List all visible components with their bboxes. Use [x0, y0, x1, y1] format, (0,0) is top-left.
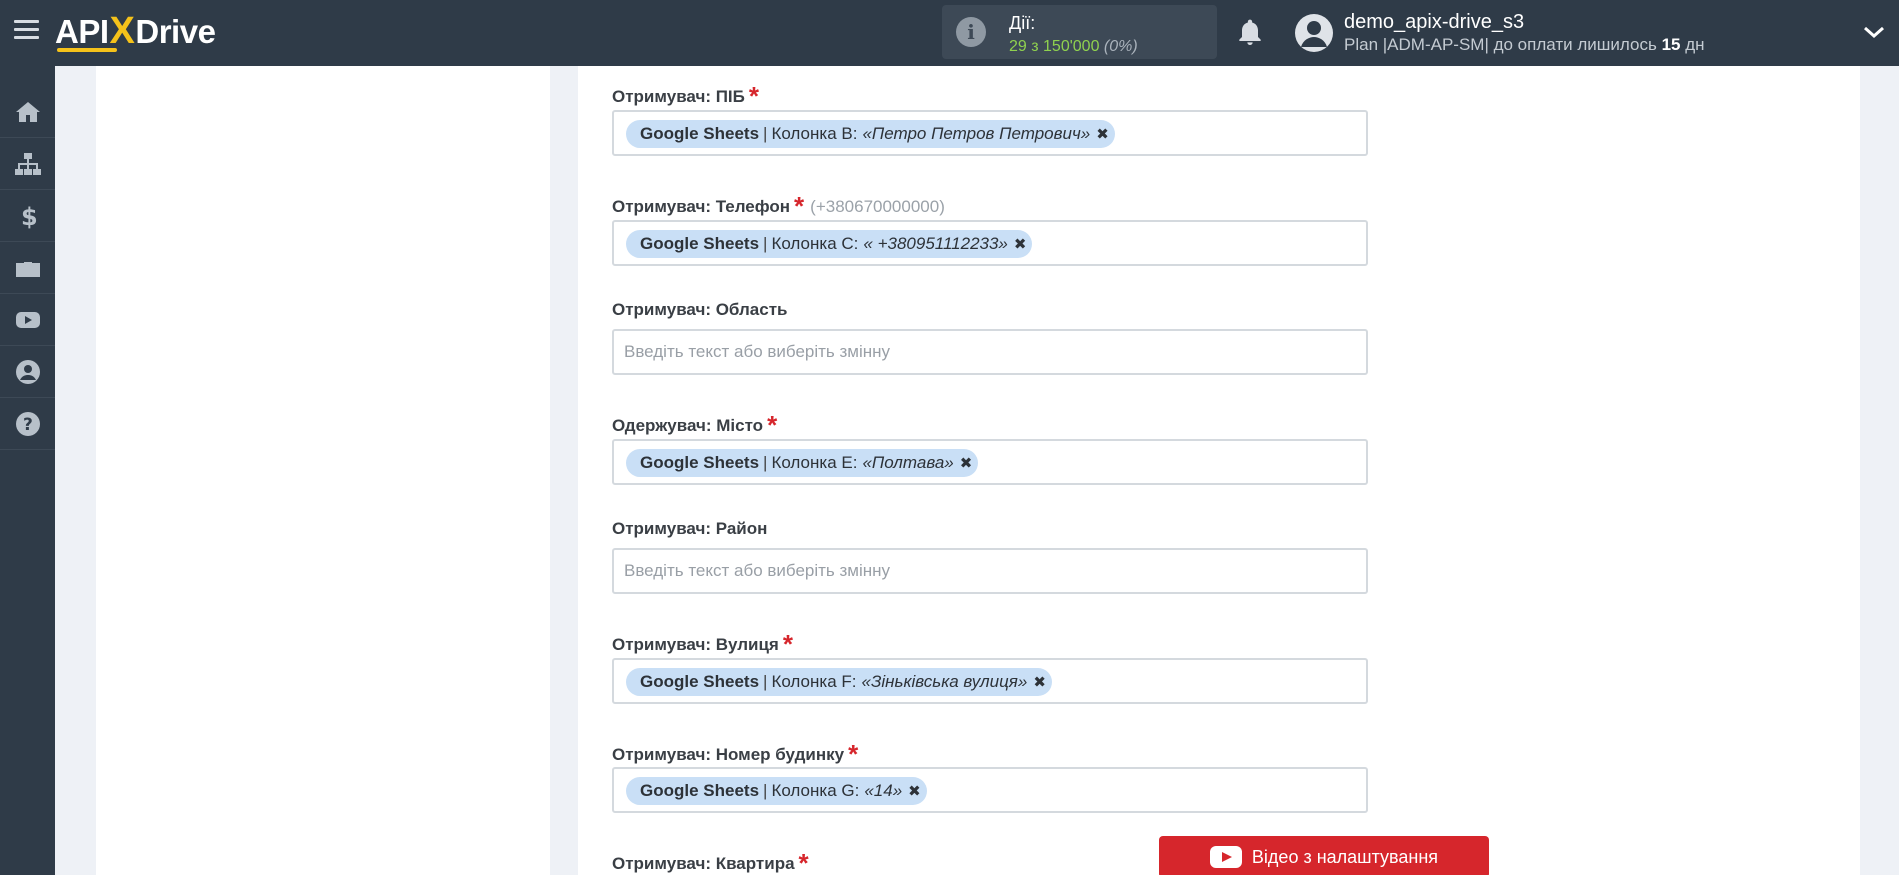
actions-count: 29 з 150'000 (0%)	[1009, 38, 1138, 55]
remove-tag-icon[interactable]: ✖	[1014, 235, 1027, 253]
variable-tag: Google Sheets | Колонка E: «Полтава» ✖	[626, 449, 979, 477]
sidebar-item-billing[interactable]: $	[0, 190, 55, 242]
sidebar-item-connections[interactable]	[0, 138, 55, 190]
recipient-city-field[interactable]: Google Sheets | Колонка E: «Полтава» ✖	[612, 439, 1368, 485]
home-icon	[15, 101, 40, 122]
briefcase-icon	[15, 259, 40, 277]
remove-tag-icon[interactable]: ✖	[908, 782, 921, 800]
plan-info: Plan |ADM-AP-SM| до оплати лишилось 15 д…	[1344, 35, 1705, 54]
youtube-icon	[15, 311, 40, 328]
sidebar-item-video[interactable]	[0, 294, 55, 346]
field-label-recipient-street: Отримувач: Вулиця *	[612, 629, 793, 659]
menu-icon[interactable]	[14, 20, 39, 42]
sidebar: $ ?	[0, 66, 55, 875]
help-icon: ?	[15, 411, 40, 436]
bell-icon[interactable]	[1234, 17, 1266, 49]
actions-counter: i Дії: 29 з 150'000 (0%)	[942, 5, 1217, 59]
field-label-recipient-city: Одержувач: Місто *	[612, 410, 778, 440]
recipient-region-field[interactable]: Введіть текст або виберіть змінну	[612, 329, 1368, 375]
field-label-recipient-region: Отримувач: Область	[612, 300, 788, 319]
sidebar-item-help[interactable]: ?	[0, 398, 55, 450]
info-icon: i	[956, 17, 986, 47]
variable-tag: Google Sheets | Колонка F: «Зіньківська вул…	[626, 668, 1052, 696]
recipient-phone-field[interactable]: Google Sheets | Колонка C: « +380951112233»…	[612, 220, 1368, 266]
sidebar-item-home[interactable]	[0, 86, 55, 138]
logo[interactable]: APIXDrive	[55, 9, 216, 53]
variable-tag: Google Sheets | Колонка B: «Петро Петров Пе…	[626, 120, 1115, 148]
placeholder-text: Введіть текст або виберіть змінну	[624, 561, 891, 580]
avatar[interactable]	[1295, 14, 1333, 52]
field-label-recipient-phone: Отримувач: Телефон * (+380670000000)	[612, 191, 945, 221]
variable-tag: Google Sheets | Колонка C: « +380951112233»…	[626, 230, 1033, 258]
chevron-down-icon[interactable]	[1862, 22, 1886, 42]
svg-text:$: $	[21, 203, 37, 229]
recipient-district-field[interactable]: Введіть текст або виберіть змінну	[612, 548, 1368, 594]
youtube-icon	[1209, 846, 1242, 868]
left-panel	[96, 66, 550, 875]
remove-tag-icon[interactable]: ✖	[960, 454, 973, 472]
remove-tag-icon[interactable]: ✖	[1033, 673, 1046, 691]
svg-text:?: ?	[23, 415, 33, 435]
field-label-recipient-name: Отримувач: ПІБ *	[612, 81, 759, 111]
sitemap-icon	[14, 152, 41, 175]
placeholder-text: Введіть текст або виберіть змінну	[624, 342, 891, 361]
user-icon	[15, 359, 40, 384]
recipient-name-field[interactable]: Google Sheets | Колонка B: «Петро Петров Пе…	[612, 110, 1368, 156]
top-bar: APIXDrive i Дії: 29 з 150'000 (0%) demo_…	[0, 0, 1899, 66]
actions-label: Дії:	[1009, 13, 1036, 33]
field-label-recipient-house: Отримувач: Номер будинку *	[612, 739, 859, 769]
sidebar-item-account[interactable]	[0, 346, 55, 398]
field-label-recipient-district: Отримувач: Район	[612, 519, 768, 538]
dollar-icon: $	[21, 203, 37, 229]
remove-tag-icon[interactable]: ✖	[1096, 125, 1109, 143]
recipient-street-field[interactable]: Google Sheets | Колонка F: «Зіньківська вул…	[612, 658, 1368, 704]
recipient-house-field[interactable]: Google Sheets | Колонка G: «14» ✖	[612, 767, 1368, 813]
username[interactable]: demo_apix-drive_s3	[1344, 11, 1524, 34]
variable-tag: Google Sheets | Колонка G: «14» ✖	[626, 777, 927, 805]
video-tutorial-button[interactable]: Відео з налаштування	[1159, 836, 1489, 875]
field-label-recipient-apartment: Отримувач: Квартира *	[612, 848, 809, 875]
sidebar-item-tools[interactable]	[0, 242, 55, 294]
